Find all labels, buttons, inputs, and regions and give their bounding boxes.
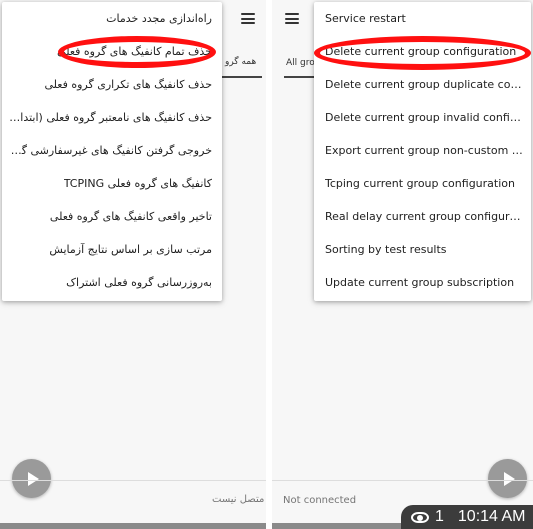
menu-item-export-configs[interactable]: Export current group non-custom confi... — [314, 134, 531, 167]
menu-item-sort-by-test[interactable]: Sorting by test results — [314, 233, 531, 266]
bottom-bar — [0, 523, 266, 529]
menu-item-delete-all-configs[interactable]: حذف تمام کانفیگ های گروه فعلی — [2, 35, 222, 68]
menu-hamburger-icon[interactable] — [285, 13, 299, 24]
status-divider — [0, 480, 266, 481]
play-icon — [27, 471, 39, 486]
menu-hamburger-icon[interactable] — [241, 13, 255, 24]
menu-item-delete-all-configs[interactable]: Delete current group configuration — [314, 35, 531, 68]
tab-all-groups[interactable]: All gro — [286, 58, 315, 68]
timestamp: 10:14 AM — [457, 508, 526, 525]
tab-underline — [222, 76, 262, 78]
menu-item-update-subscription[interactable]: Update current group subscription — [314, 266, 531, 299]
menu-item-delete-duplicate-configs[interactable]: حذف کانفیگ های تکراری گروه فعلی — [2, 68, 222, 101]
connection-status: متصل نیست — [212, 494, 265, 505]
menu-item-service-restart[interactable]: Service restart — [314, 2, 531, 35]
status-divider — [272, 480, 533, 481]
menu-item-service-restart[interactable]: راه‌اندازی مجدد خدمات — [2, 2, 222, 35]
menu-item-tcping[interactable]: کانفیگ های گروه فعلی TCPING — [2, 167, 222, 200]
connection-status: Not connected — [283, 495, 357, 506]
menu-item-delete-invalid-configs[interactable]: Delete current group invalid configurati… — [314, 101, 531, 134]
overflow-menu: Service restart Delete current group con… — [314, 2, 531, 301]
menu-item-real-delay[interactable]: Real delay current group configuration — [314, 200, 531, 233]
play-icon — [503, 471, 515, 486]
view-count: 1 — [435, 508, 444, 525]
tab-all-groups[interactable]: همه گرو — [225, 57, 256, 67]
overflow-menu: راه‌اندازی مجدد خدمات حذف تمام کانفیگ ها… — [2, 2, 222, 301]
play-button[interactable] — [488, 459, 527, 498]
menu-item-tcping[interactable]: Tcping current group configuration — [314, 167, 531, 200]
eye-icon — [411, 511, 429, 523]
menu-item-sort-by-test[interactable]: مرتب سازی بر اساس نتایج آزمایش — [2, 233, 222, 266]
menu-item-delete-invalid-configs[interactable]: حذف کانفیگ های نامعتبر گروه فعلی (ابتدا … — [2, 101, 222, 134]
menu-item-delete-duplicate-configs[interactable]: Delete current group duplicate configur.… — [314, 68, 531, 101]
viewer-overlay: 1 10:14 AM — [401, 505, 533, 529]
menu-item-real-delay[interactable]: تاخیر واقعی کانفیگ های گروه فعلی — [2, 200, 222, 233]
menu-item-export-configs[interactable]: خروجی گرفتن کانفیگ های غیرسفارشی گروه فع… — [2, 134, 222, 167]
menu-item-update-subscription[interactable]: به‌روزرسانی گروه فعلی اشتراک — [2, 266, 222, 299]
play-button[interactable] — [12, 459, 51, 498]
